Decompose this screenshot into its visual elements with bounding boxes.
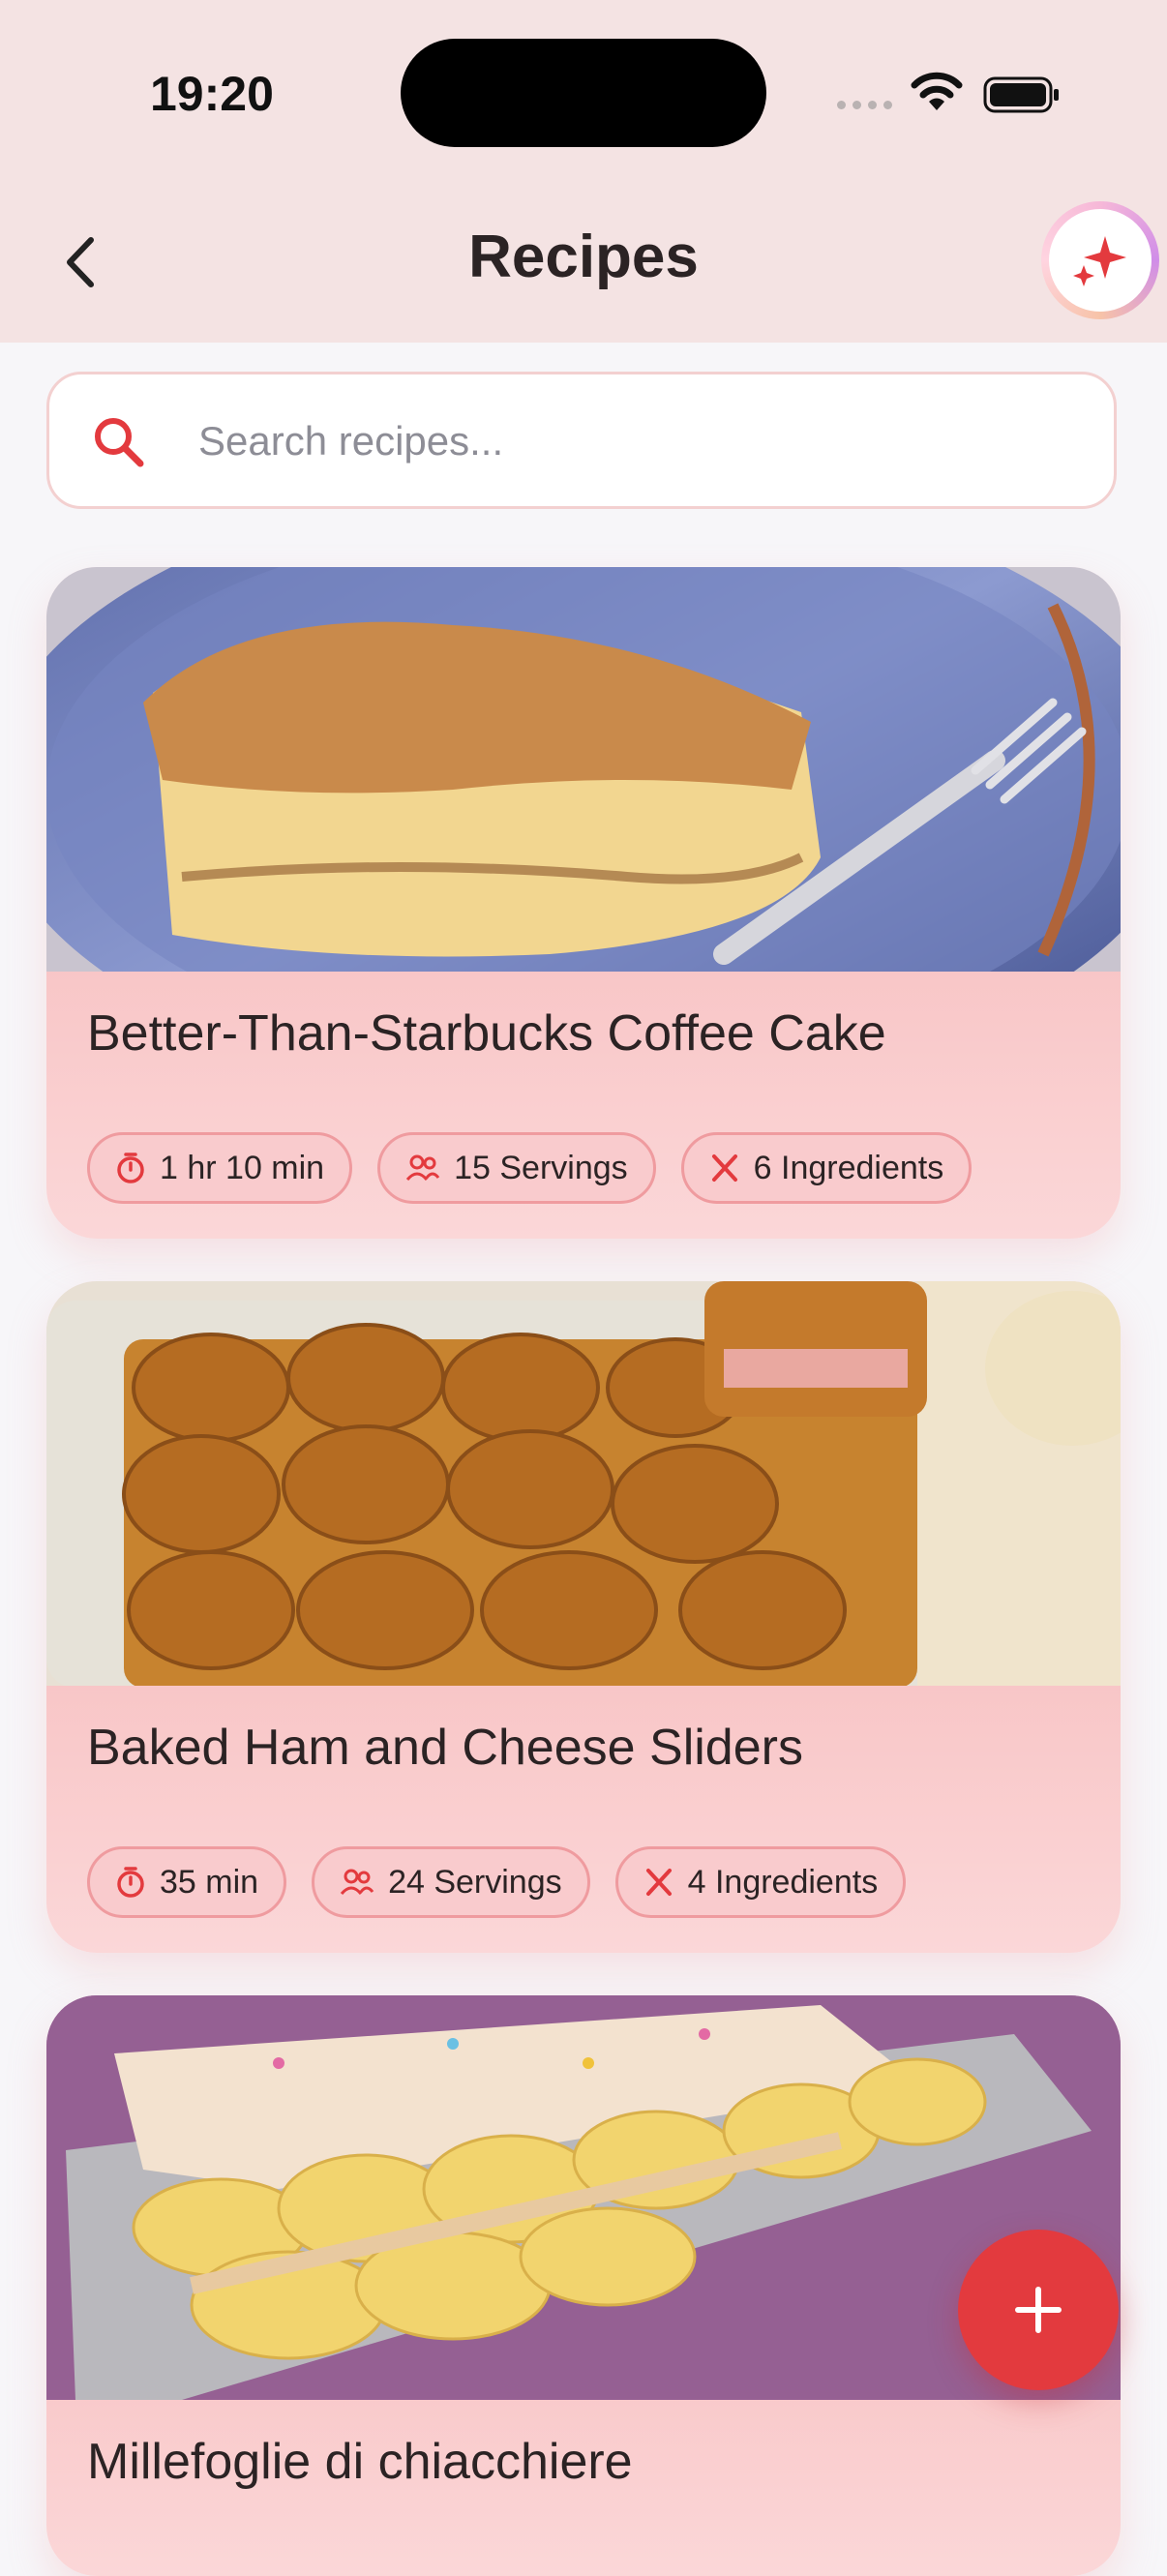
ingredients-label: 6 Ingredients <box>753 1149 944 1186</box>
search-bar[interactable] <box>46 372 1117 509</box>
users-icon <box>340 1869 374 1896</box>
recipe-image <box>46 1281 1121 1686</box>
recipe-card[interactable]: Millefoglie di chiacchiere <box>46 1995 1121 2576</box>
users-icon <box>405 1154 440 1182</box>
recipe-title: Better-Than-Starbucks Coffee Cake <box>87 1005 886 1062</box>
plus-icon <box>1015 2287 1062 2333</box>
ingredients-chip: 6 Ingredients <box>680 1132 972 1204</box>
search-input[interactable] <box>196 409 1071 473</box>
recipe-meta: 1 hr 10 min 15 Servings 6 Ingredients <box>87 1132 972 1204</box>
recipe-card[interactable]: Baked Ham and Cheese Sliders 35 min 24 S… <box>46 1281 1121 1953</box>
top-bar: 19:20 Recipes <box>0 0 1167 343</box>
ai-assistant-button[interactable] <box>1041 201 1159 319</box>
sparkles-icon <box>1073 236 1126 286</box>
utensils-icon <box>711 1154 737 1182</box>
recipe-card[interactable]: Better-Than-Starbucks Coffee Cake 1 hr 1… <box>46 567 1121 1239</box>
recipe-title: Millefoglie di chiacchiere <box>87 2434 633 2490</box>
recipe-meta: 35 min 24 Servings 4 Ingredients <box>87 1846 907 1918</box>
utensils-icon <box>645 1869 672 1896</box>
time-label: 1 hr 10 min <box>160 1149 325 1186</box>
recipe-image <box>46 567 1121 972</box>
cellular-signal-icon <box>837 101 892 109</box>
recipe-title: Baked Ham and Cheese Sliders <box>87 1720 803 1776</box>
servings-label: 24 Servings <box>388 1863 562 1901</box>
timer-icon <box>117 1867 144 1898</box>
time-chip: 35 min <box>87 1846 287 1918</box>
servings-chip: 24 Servings <box>312 1846 590 1918</box>
dynamic-island <box>401 39 766 147</box>
time-chip: 1 hr 10 min <box>87 1132 353 1204</box>
add-recipe-button[interactable] <box>958 2230 1119 2390</box>
servings-chip: 15 Servings <box>377 1132 656 1204</box>
ingredients-chip: 4 Ingredients <box>614 1846 907 1918</box>
status-time: 19:20 <box>150 67 274 121</box>
ingredients-label: 4 Ingredients <box>687 1863 879 1901</box>
search-icon <box>90 413 148 476</box>
time-label: 35 min <box>160 1863 259 1901</box>
page-title: Recipes <box>468 224 699 290</box>
servings-label: 15 Servings <box>454 1149 628 1186</box>
battery-icon <box>983 75 1061 114</box>
timer-icon <box>117 1153 144 1183</box>
recipe-image <box>46 1995 1121 2400</box>
wifi-icon <box>910 72 964 117</box>
